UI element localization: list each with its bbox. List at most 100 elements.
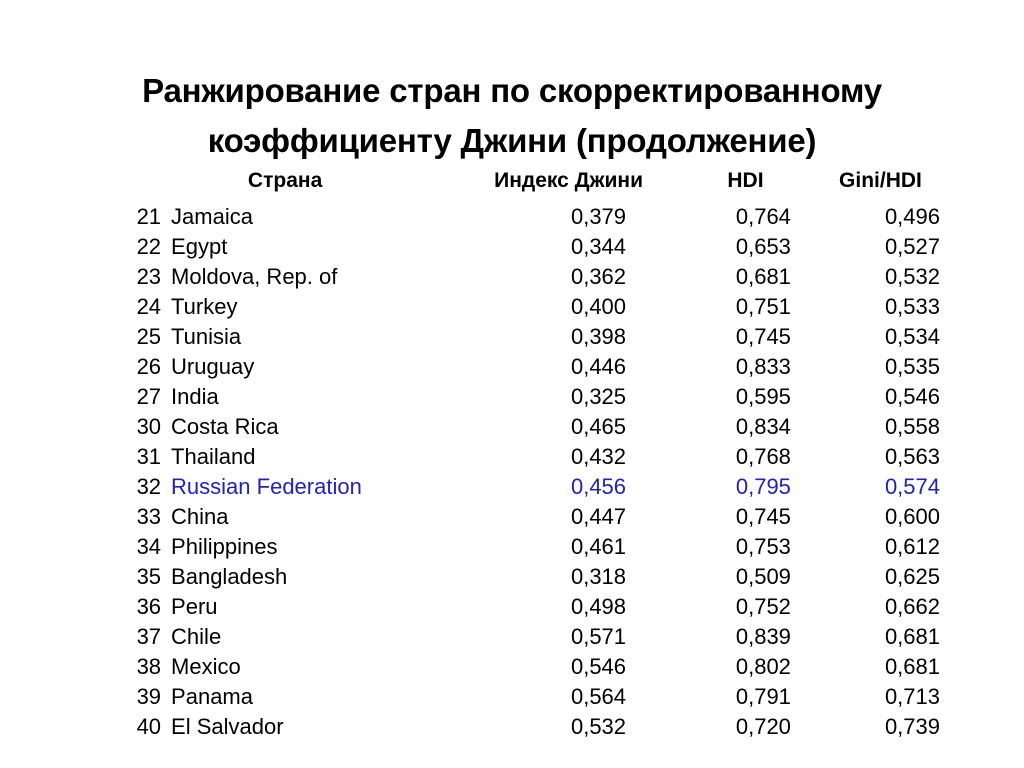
cell-country: Panama xyxy=(171,684,253,709)
cell-gini: 0,498 xyxy=(570,594,627,619)
cell-gini-hdi: 0,739 xyxy=(884,714,940,739)
cell-country: Chile xyxy=(171,624,222,649)
cell-gini-hdi: 0,600 xyxy=(884,504,940,529)
cell-country: Mexico xyxy=(171,654,241,679)
cell-gini-hdi: 0,546 xyxy=(884,384,940,409)
cell-gini-hdi: 0,534 xyxy=(884,324,940,349)
cell-hdi: 0,768 xyxy=(735,444,791,469)
table-header-row: Страна Индекс Джини HDI Gini/HDI xyxy=(128,166,944,202)
cell-rank: 22 xyxy=(136,234,162,259)
cell-rank: 25 xyxy=(136,324,162,349)
table-row[interactable]: 38 Mexico 0,546 0,802 0,681 xyxy=(128,652,944,682)
cell-gini-hdi: 0,612 xyxy=(884,534,940,559)
cell-gini: 0,571 xyxy=(570,624,627,649)
cell-hdi: 0,795 xyxy=(735,474,791,499)
cell-hdi: 0,764 xyxy=(735,204,791,229)
column-header-hdi: HDI xyxy=(727,169,764,192)
cell-rank: 37 xyxy=(136,624,162,649)
cell-gini-hdi: 0,532 xyxy=(884,264,940,289)
cell-rank: 24 xyxy=(136,294,162,319)
cell-gini: 0,379 xyxy=(570,204,627,229)
cell-country: Peru xyxy=(171,594,218,619)
cell-gini: 0,456 xyxy=(570,474,627,499)
cell-rank: 30 xyxy=(136,414,162,439)
cell-rank: 35 xyxy=(136,564,162,589)
cell-hdi: 0,745 xyxy=(735,324,791,349)
table-row[interactable]: 37 Chile 0,571 0,839 0,681 xyxy=(128,622,944,652)
table-row[interactable]: 36 Peru 0,498 0,752 0,662 xyxy=(128,592,944,622)
table-row[interactable]: 22 Egypt 0,344 0,653 0,527 xyxy=(128,232,944,262)
page-title: Ранжирование стран по скорректированному… xyxy=(60,66,964,166)
cell-gini: 0,465 xyxy=(570,414,627,439)
table-row[interactable]: 35 Bangladesh 0,318 0,509 0,625 xyxy=(128,562,944,592)
cell-hdi: 0,595 xyxy=(735,384,791,409)
column-header-gini-hdi: Gini/HDI xyxy=(839,169,922,192)
cell-country: Jamaica xyxy=(171,204,253,229)
table-row[interactable]: 23 Moldova, Rep. of 0,362 0,681 0,532 xyxy=(128,262,944,292)
cell-gini-hdi: 0,574 xyxy=(884,474,940,499)
cell-country: Philippines xyxy=(171,534,278,559)
cell-hdi: 0,509 xyxy=(735,564,791,589)
table-row[interactable]: 39 Panama 0,564 0,791 0,713 xyxy=(128,682,944,712)
cell-hdi: 0,752 xyxy=(735,594,791,619)
cell-rank: 31 xyxy=(136,444,162,469)
country-ranking-table: Страна Индекс Джини HDI Gini/HDI 21 Jamai… xyxy=(128,166,944,742)
cell-gini: 0,325 xyxy=(570,384,627,409)
table-row[interactable]: 30 Costa Rica 0,465 0,834 0,558 xyxy=(128,412,944,442)
slide: Ранжирование стран по скорректированному… xyxy=(0,0,1024,768)
cell-hdi: 0,839 xyxy=(735,624,791,649)
cell-hdi: 0,751 xyxy=(735,294,791,319)
cell-gini-hdi: 0,527 xyxy=(884,234,940,259)
cell-country: Turkey xyxy=(171,294,238,319)
cell-hdi: 0,720 xyxy=(735,714,791,739)
cell-rank: 21 xyxy=(136,204,162,229)
cell-country: India xyxy=(171,384,219,409)
table-row[interactable]: 33 China 0,447 0,745 0,600 xyxy=(128,502,944,532)
cell-hdi: 0,791 xyxy=(735,684,791,709)
cell-gini-hdi: 0,681 xyxy=(884,654,940,679)
table-row[interactable]: 25 Tunisia 0,398 0,745 0,534 xyxy=(128,322,944,352)
table-row[interactable]: 31 Thailand 0,432 0,768 0,563 xyxy=(128,442,944,472)
cell-country: Egypt xyxy=(171,234,228,259)
cell-gini: 0,446 xyxy=(570,354,627,379)
cell-rank: 23 xyxy=(136,264,162,289)
cell-hdi: 0,653 xyxy=(735,234,791,259)
column-header-country: Страна xyxy=(247,169,323,192)
table-row[interactable]: 24 Turkey 0,400 0,751 0,533 xyxy=(128,292,944,322)
column-header-rank xyxy=(128,166,171,202)
cell-country: China xyxy=(171,504,229,529)
cell-gini: 0,546 xyxy=(570,654,627,679)
cell-gini: 0,344 xyxy=(570,234,627,259)
cell-rank: 32 xyxy=(136,474,162,499)
cell-hdi: 0,802 xyxy=(735,654,791,679)
cell-gini: 0,432 xyxy=(570,444,627,469)
table-row[interactable]: 26 Uruguay 0,446 0,833 0,535 xyxy=(128,352,944,382)
cell-rank: 36 xyxy=(136,594,162,619)
cell-country: Uruguay xyxy=(171,354,255,379)
cell-hdi: 0,753 xyxy=(735,534,791,559)
cell-country: Costa Rica xyxy=(171,414,279,439)
cell-gini: 0,447 xyxy=(570,504,627,529)
cell-gini: 0,398 xyxy=(570,324,627,349)
page-title-line-2: коэффициенту Джини (продолжение) xyxy=(207,122,817,160)
cell-gini-hdi: 0,713 xyxy=(884,684,940,709)
table-row[interactable]: 27 India 0,325 0,595 0,546 xyxy=(128,382,944,412)
cell-gini-hdi: 0,535 xyxy=(884,354,940,379)
table-row[interactable]: 32 Russian Federation 0,456 0,795 0,574 xyxy=(128,472,944,502)
cell-gini: 0,532 xyxy=(570,714,627,739)
cell-gini-hdi: 0,625 xyxy=(884,564,940,589)
cell-gini-hdi: 0,558 xyxy=(884,414,940,439)
cell-rank: 39 xyxy=(136,684,162,709)
cell-rank: 38 xyxy=(136,654,162,679)
column-header-gini: Индекс Джини xyxy=(494,169,644,192)
table-row[interactable]: 21 Jamaica 0,379 0,764 0,496 xyxy=(128,202,944,232)
cell-gini: 0,362 xyxy=(570,264,627,289)
cell-hdi: 0,745 xyxy=(735,504,791,529)
cell-country: El Salvador xyxy=(171,714,284,739)
table-row[interactable]: 34 Philippines 0,461 0,753 0,612 xyxy=(128,532,944,562)
cell-gini-hdi: 0,681 xyxy=(884,624,940,649)
table-body: 21 Jamaica 0,379 0,764 0,496 22 Egypt 0,344 0,65… xyxy=(128,202,944,742)
table-row[interactable]: 40 El Salvador 0,532 0,720 0,739 xyxy=(128,712,944,742)
cell-gini: 0,564 xyxy=(570,684,627,709)
cell-gini-hdi: 0,563 xyxy=(884,444,940,469)
